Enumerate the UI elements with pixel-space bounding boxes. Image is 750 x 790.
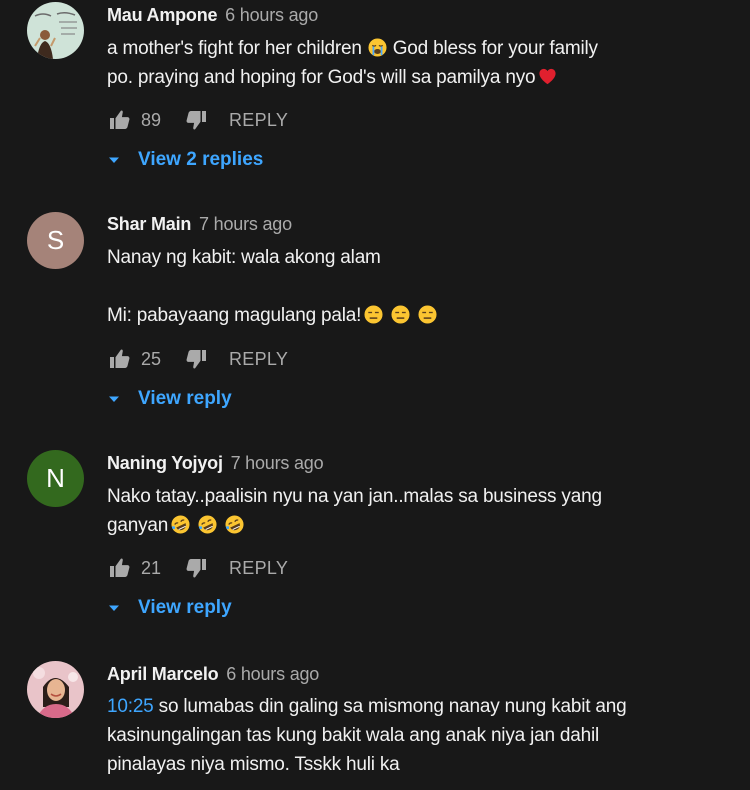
comment-time[interactable]: 7 hours ago bbox=[231, 453, 324, 473]
avatar[interactable] bbox=[27, 661, 84, 718]
avatar-letter: S bbox=[46, 225, 65, 255]
caret-down-icon bbox=[107, 153, 121, 167]
expressionless-face-icon bbox=[418, 305, 437, 324]
reply-button[interactable]: REPLY bbox=[229, 110, 288, 131]
expressionless-face-icon bbox=[364, 305, 383, 324]
expressionless-face-icon bbox=[391, 305, 410, 324]
comment-actions: 21 REPLY bbox=[107, 556, 288, 580]
rofl-face-icon bbox=[198, 515, 217, 534]
reply-button[interactable]: REPLY bbox=[229, 558, 288, 579]
comment-line-text: a mother's fight for her children bbox=[107, 38, 362, 59]
view-replies-button[interactable]: View 2 replies bbox=[107, 148, 263, 172]
comment-text: 10:25 so lumabas din galing sa mismong n… bbox=[107, 692, 727, 779]
caret-down-icon bbox=[107, 601, 121, 615]
comment-header: April Marcelo 6 hours ago bbox=[107, 664, 319, 685]
caret-down-icon bbox=[107, 392, 121, 406]
view-replies-label: View reply bbox=[138, 597, 232, 618]
loudly-crying-face-icon bbox=[368, 38, 387, 57]
comment-line: ganyan bbox=[107, 511, 727, 540]
author-name[interactable]: Shar Main bbox=[107, 214, 191, 234]
view-replies-label: View 2 replies bbox=[138, 149, 264, 170]
avatar[interactable] bbox=[27, 2, 84, 59]
comment-line-text: God bless for your family bbox=[392, 38, 598, 59]
comment-actions: 89 REPLY bbox=[107, 108, 288, 132]
comment-header: Naning Yojyoj 7 hours ago bbox=[107, 453, 324, 474]
comment-text: a mother's fight for her children God ble… bbox=[107, 34, 727, 92]
author-name[interactable]: April Marcelo bbox=[107, 664, 219, 684]
comment-header: Shar Main 7 hours ago bbox=[107, 214, 292, 235]
comment-time[interactable]: 7 hours ago bbox=[199, 214, 292, 234]
author-name[interactable]: Naning Yojyoj bbox=[107, 453, 223, 473]
thumbs-down-icon[interactable] bbox=[185, 556, 209, 580]
avatar[interactable]: N bbox=[27, 450, 84, 507]
comment-actions: 25 REPLY bbox=[107, 347, 288, 371]
view-replies-label: View reply bbox=[138, 388, 232, 409]
comment-line: pinalayas niya mismo. Tsskk huli ka bbox=[107, 754, 400, 775]
like-count: 89 bbox=[141, 109, 162, 130]
red-heart-icon bbox=[538, 67, 557, 86]
reply-button[interactable]: REPLY bbox=[229, 349, 288, 370]
comment-time[interactable]: 6 hours ago bbox=[226, 664, 319, 684]
timestamp-link[interactable]: 10:25 bbox=[107, 696, 154, 717]
profile-photo-icon bbox=[27, 2, 84, 59]
comment-line-text: Mi: pabayaang magulang pala! bbox=[107, 305, 362, 326]
comment-line: 10:25 so lumabas din galing sa mismong n… bbox=[107, 692, 727, 721]
comment-line-text: ganyan bbox=[107, 515, 169, 536]
comment-line: kasinungalingan tas kung bakit wala ang … bbox=[107, 725, 600, 746]
rofl-face-icon bbox=[225, 515, 244, 534]
like-count: 21 bbox=[141, 557, 162, 578]
comment-line-text: so lumabas din galing sa mismong nanay n… bbox=[158, 696, 627, 717]
author-name[interactable]: Mau Ampone bbox=[107, 5, 218, 25]
comment-text: Nako tatay..paalisin nyu na yan jan..mal… bbox=[107, 482, 727, 540]
comment-line: po. praying and hoping for God's will sa… bbox=[107, 63, 727, 92]
comment-line: Nako tatay..paalisin nyu na yan jan..mal… bbox=[107, 486, 602, 507]
comment-header: Mau Ampone 6 hours ago bbox=[107, 5, 318, 26]
comment-line: Nanay ng kabit: wala akong alam bbox=[107, 247, 381, 268]
avatar[interactable]: S bbox=[27, 212, 84, 269]
comment-line-text: po. praying and hoping for God's will sa… bbox=[107, 67, 536, 88]
thumbs-up-icon[interactable] bbox=[107, 556, 131, 580]
view-replies-button[interactable]: View reply bbox=[107, 596, 232, 620]
like-count: 25 bbox=[141, 348, 162, 369]
comment-time[interactable]: 6 hours ago bbox=[225, 5, 318, 25]
thumbs-up-icon[interactable] bbox=[107, 108, 131, 132]
comment-line: Mi: pabayaang magulang pala! bbox=[107, 301, 727, 330]
thumbs-down-icon[interactable] bbox=[185, 108, 209, 132]
rofl-face-icon bbox=[171, 515, 190, 534]
view-replies-button[interactable]: View reply bbox=[107, 387, 232, 411]
comment-line: a mother's fight for her children God ble… bbox=[107, 34, 727, 63]
profile-photo-icon bbox=[27, 661, 84, 718]
comment-text: Nanay ng kabit: wala akong alam Mi: paba… bbox=[107, 243, 727, 330]
thumbs-down-icon[interactable] bbox=[185, 347, 209, 371]
avatar-letter: N bbox=[46, 463, 65, 493]
thumbs-up-icon[interactable] bbox=[107, 347, 131, 371]
